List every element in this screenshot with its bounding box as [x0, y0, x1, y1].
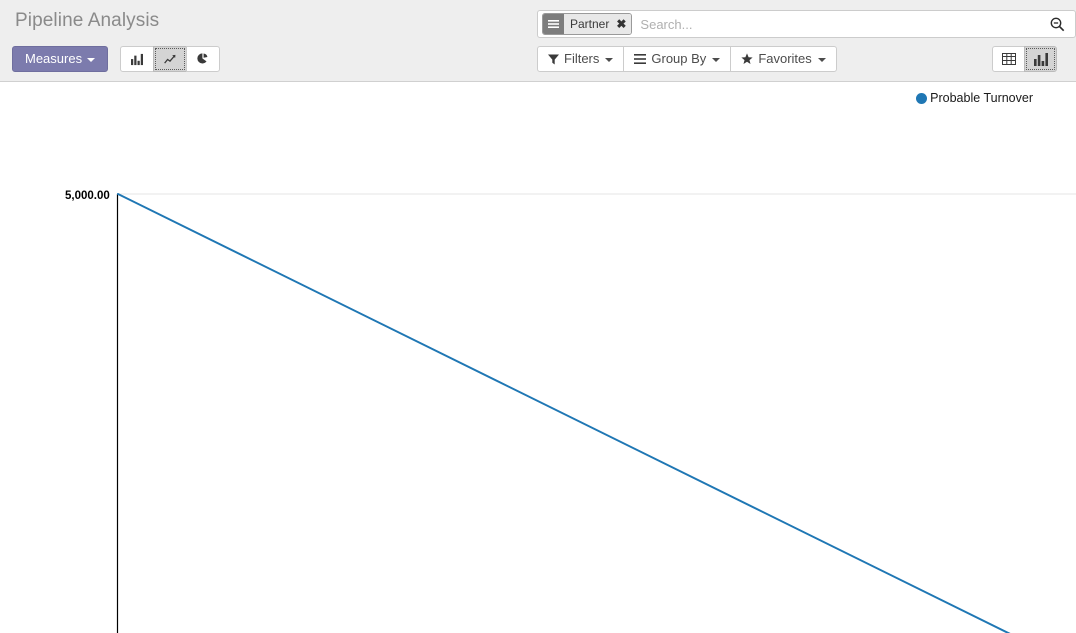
search-facet-label: Partner — [564, 14, 615, 34]
line-chart-button[interactable] — [153, 46, 188, 72]
chevron-down-icon — [817, 58, 826, 62]
favorites-label: Favorites — [758, 50, 812, 66]
graph-view-button[interactable] — [1024, 46, 1057, 72]
bar-chart-icon — [131, 53, 144, 65]
view-control-buttons: Measures — [12, 46, 221, 72]
search-options-group: Filters Group By Favorites — [537, 46, 837, 72]
chart-type-group — [120, 46, 221, 72]
pie-chart-icon — [197, 53, 208, 64]
chevron-down-icon — [605, 58, 614, 62]
list-icon — [543, 14, 564, 34]
search-icon-glyph — [1050, 17, 1065, 31]
measures-button[interactable]: Measures — [12, 46, 109, 72]
star-icon — [741, 53, 753, 64]
control-panel-right: Partner ✖ Filters — [528, 0, 1076, 82]
search-facet-partner[interactable]: Partner ✖ — [542, 13, 633, 35]
y-axis-tick-max: 5,000.00 — [65, 190, 110, 202]
pivot-view-button[interactable] — [992, 46, 1025, 72]
search-icon[interactable] — [1044, 17, 1075, 32]
breadcrumb: Pipeline Analysis — [15, 10, 160, 31]
funnel-icon — [548, 54, 559, 64]
search-view[interactable]: Partner ✖ — [537, 10, 1076, 38]
bars-icon — [634, 54, 647, 64]
chevron-down-icon — [712, 58, 721, 62]
chevron-down-icon — [87, 58, 96, 62]
line-chart-canvas — [116, 193, 1076, 633]
measures-label: Measures — [25, 50, 83, 66]
table-icon — [1001, 53, 1016, 65]
group-by-label: Group By — [651, 50, 707, 66]
view-switcher — [992, 46, 1057, 72]
control-panel: Pipeline Analysis Measures Partner ✖ Sea… — [0, 0, 1076, 82]
bar-chart-icon — [1033, 52, 1048, 66]
control-panel-left: Pipeline Analysis — [12, 0, 512, 33]
search-input[interactable] — [634, 16, 1044, 32]
filters-label: Filters — [564, 50, 600, 66]
close-icon[interactable]: ✖ — [614, 14, 632, 34]
favorites-button[interactable]: Favorites — [730, 46, 837, 72]
pie-chart-button[interactable] — [186, 46, 221, 72]
series-line-probable-turnover[interactable] — [117, 193, 1063, 633]
graph-renderer: Probable Turnover 5,000.00 230.00 Hassan… — [0, 82, 1076, 633]
list-icon-glyph — [548, 19, 559, 28]
line-chart-icon — [164, 54, 176, 64]
group-by-button[interactable]: Group By — [623, 46, 732, 72]
bar-chart-button[interactable] — [120, 46, 155, 72]
filters-button[interactable]: Filters — [537, 46, 625, 72]
